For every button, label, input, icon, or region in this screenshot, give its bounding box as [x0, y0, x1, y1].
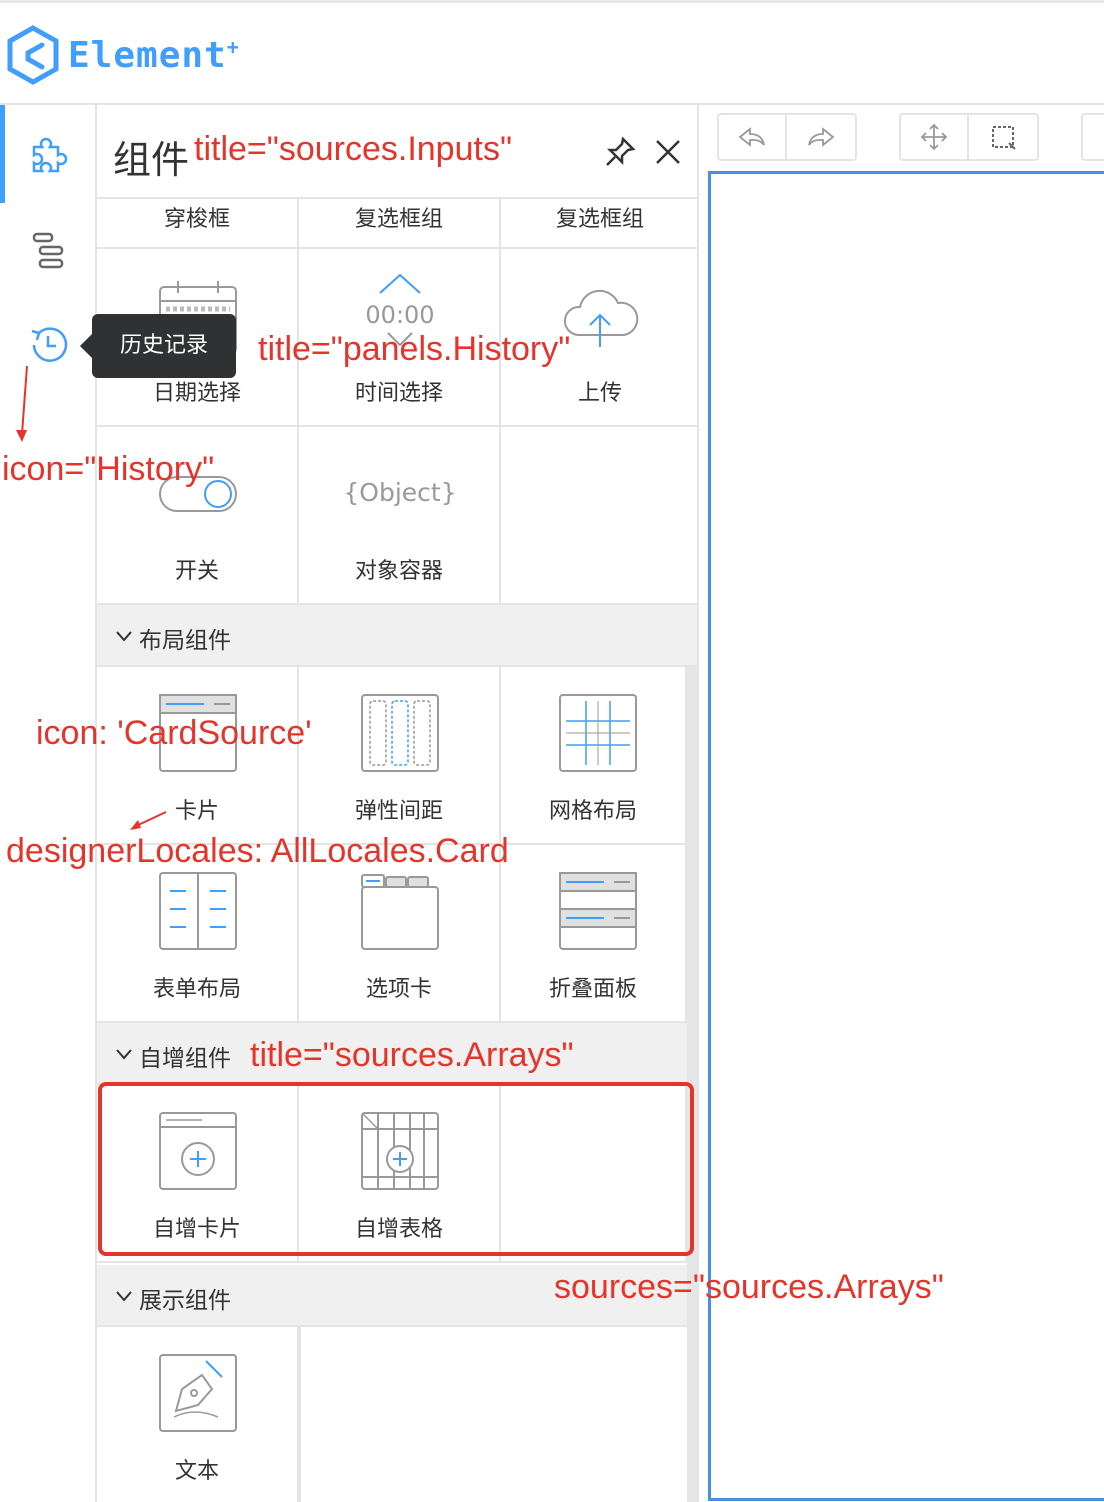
- history-tooltip: 历史记录: [80, 314, 236, 378]
- panel-title: 组件: [113, 138, 190, 182]
- annotation-icon-history: icon="History": [2, 450, 215, 488]
- cell-label: 复选框组: [555, 207, 644, 232]
- extra-tool-group[interactable]: [1081, 113, 1104, 161]
- close-icon[interactable]: [651, 135, 685, 169]
- svg-text:{Object}: {Object}: [343, 478, 456, 507]
- annotation-title-arrays: title="sources.Arrays": [250, 1036, 574, 1074]
- grid-icon: [559, 694, 637, 772]
- element-logo-icon: [7, 25, 59, 85]
- redo-icon: [808, 127, 835, 147]
- chevron-down-icon: [116, 631, 132, 642]
- source-checkbox-group-2[interactable]: 复选框组: [501, 199, 697, 249]
- cell-label: 网格布局: [548, 799, 637, 824]
- left-rail: [0, 105, 97, 1502]
- source-form-layout[interactable]: 表单布局: [97, 845, 299, 1023]
- source-grid[interactable]: 网格布局: [501, 667, 687, 845]
- cell-label: 弹性间距: [354, 799, 443, 824]
- empty-cell: [299, 1327, 687, 1502]
- collapse-icon: [559, 872, 637, 950]
- annotation-panels-history: title="panels.History": [258, 330, 571, 368]
- source-object-container[interactable]: {Object} 对象容器: [299, 427, 501, 605]
- cell-label: 开关: [174, 559, 219, 584]
- object-icon: {Object}: [343, 478, 456, 507]
- cursor-tool-group: [899, 113, 1039, 161]
- annotation-title-inputs: title="sources.Inputs": [194, 130, 513, 168]
- cell-label: 上传: [577, 381, 622, 406]
- space-icon: [361, 694, 439, 772]
- app-header: Element+: [0, 3, 1104, 105]
- svg-text:00:00: 00:00: [365, 301, 434, 329]
- history-icon[interactable]: [26, 323, 70, 367]
- undo-icon: [738, 127, 765, 147]
- section-title: 自增组件: [139, 1046, 231, 1072]
- cell-label: 表单布局: [152, 977, 241, 1002]
- cell-label: 日期选择: [152, 381, 241, 406]
- tabs-icon: [361, 874, 439, 950]
- text-icon: [159, 1354, 237, 1432]
- rail-active-indicator: [0, 105, 5, 203]
- pin-icon[interactable]: [603, 135, 637, 169]
- cell-label: 时间选择: [354, 381, 443, 406]
- logo-text: Element+: [68, 34, 240, 76]
- empty-cell: [501, 427, 697, 605]
- annotation-sources-arrays: sources="sources.Arrays": [554, 1268, 944, 1306]
- source-collapse[interactable]: 折叠面板: [501, 845, 687, 1023]
- annotation-arrow-down-icon: [16, 365, 28, 442]
- source-text[interactable]: 文本: [97, 1327, 299, 1502]
- source-transfer[interactable]: 穿梭框: [97, 199, 299, 249]
- annotation-highlight-box: [98, 1082, 694, 1256]
- logo[interactable]: Element+: [6, 25, 240, 85]
- puzzle-icon[interactable]: [26, 133, 70, 177]
- move-icon: [920, 123, 948, 151]
- cell-label: 对象容器: [354, 559, 443, 584]
- selection-icon: [992, 126, 1016, 150]
- undo-button[interactable]: [719, 115, 787, 159]
- annotation-icon-card: icon: 'CardSource': [36, 714, 312, 752]
- move-button[interactable]: [901, 115, 969, 159]
- section-layout[interactable]: 布局组件: [97, 605, 697, 667]
- cell-label: 折叠面板: [548, 977, 637, 1002]
- outline-tree-icon[interactable]: [26, 229, 70, 273]
- source-checkbox-group[interactable]: 复选框组: [299, 199, 501, 249]
- form-layout-icon: [159, 872, 237, 950]
- history-tool-group: [717, 113, 857, 161]
- source-space[interactable]: 弹性间距: [299, 667, 501, 845]
- chevron-down-icon: [116, 1049, 132, 1060]
- cell-label: 文本: [174, 1459, 219, 1484]
- annotation-arrow-left-icon: [130, 811, 167, 830]
- section-title: 展示组件: [139, 1288, 231, 1314]
- selection-button[interactable]: [969, 115, 1037, 159]
- cell-divider: [299, 1327, 301, 1502]
- cell-label: 复选框组: [354, 207, 443, 232]
- cell-label: 选项卡: [365, 977, 432, 1002]
- annotation-locales-card: designerLocales: AllLocales.Card: [6, 832, 509, 870]
- cell-label: 穿梭框: [163, 207, 230, 232]
- section-title: 布局组件: [139, 628, 231, 654]
- source-tabs[interactable]: 选项卡: [299, 845, 501, 1023]
- redo-button[interactable]: [787, 115, 855, 159]
- chevron-down-icon: [116, 1291, 132, 1302]
- upload-cloud-icon: [563, 289, 639, 347]
